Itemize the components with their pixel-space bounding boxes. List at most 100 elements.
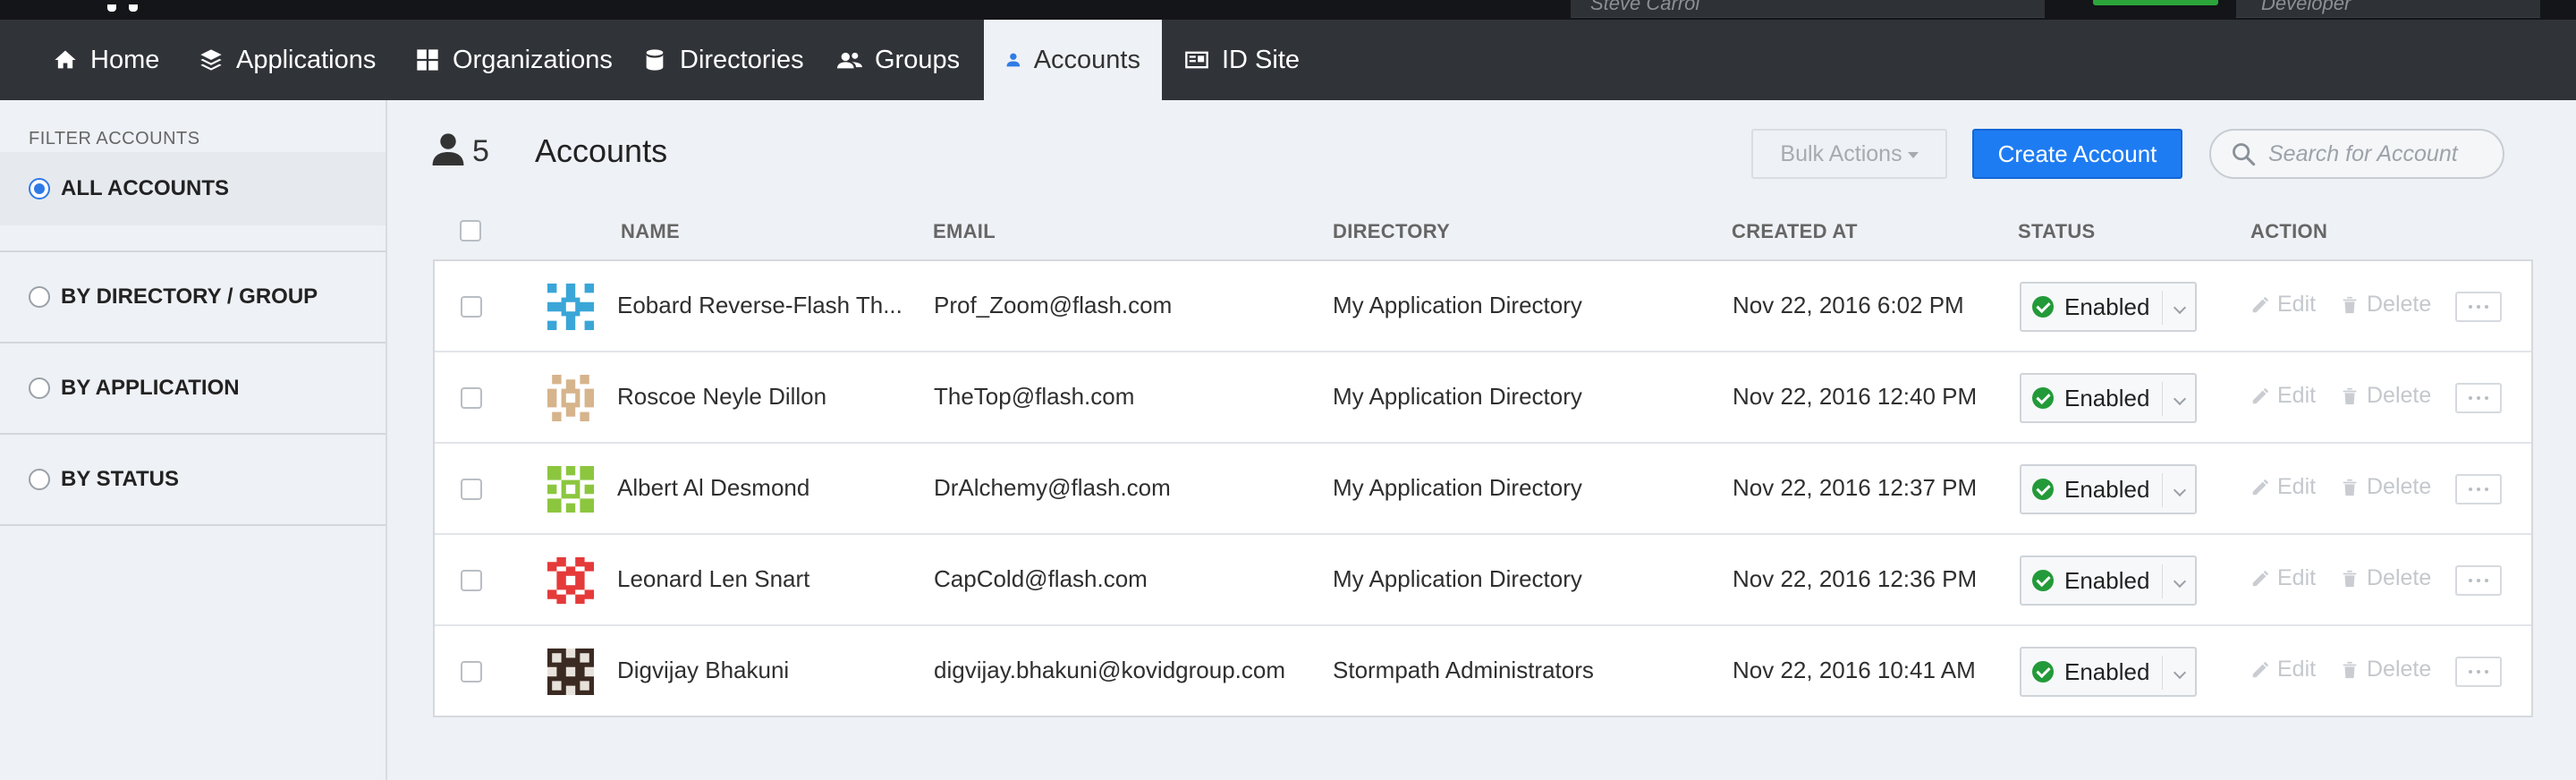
users-icon <box>837 52 862 69</box>
nav-accounts[interactable]: Accounts <box>984 20 1162 100</box>
more-actions-button[interactable] <box>2455 565 2502 596</box>
delete-button[interactable]: Delete <box>2340 565 2431 591</box>
edit-button[interactable]: Edit <box>2250 565 2316 591</box>
delete-label: Delete <box>2367 565 2432 590</box>
bulk-actions-button[interactable]: Bulk Actions <box>1751 129 1947 179</box>
nav-organizations[interactable]: Organizations <box>394 20 634 100</box>
more-actions-button[interactable] <box>2455 383 2502 413</box>
search-input[interactable] <box>2268 140 2492 167</box>
nav-directories[interactable]: Directories <box>621 20 826 100</box>
radio-icon[interactable] <box>29 178 50 199</box>
delete-button[interactable]: Delete <box>2340 292 2431 318</box>
table-row[interactable]: Albert Al Desmond DrAlchemy@flash.com My… <box>435 444 2531 535</box>
row-checkbox[interactable] <box>461 661 482 682</box>
nav-groups-label: Groups <box>875 45 961 74</box>
status-select[interactable]: Enabled <box>2020 373 2197 423</box>
nav-directories-label: Directories <box>680 45 804 74</box>
delete-label: Delete <box>2367 383 2432 408</box>
filter-sidebar: FILTER ACCOUNTS ALL ACCOUNTS BY DIRECTOR… <box>0 100 387 780</box>
radio-icon[interactable] <box>29 469 50 490</box>
filter-by-application[interactable]: BY APPLICATION <box>0 343 386 433</box>
account-name[interactable]: Leonard Len Snart <box>617 565 903 593</box>
delete-label: Delete <box>2367 292 2432 317</box>
edit-button[interactable]: Edit <box>2250 474 2316 500</box>
status-value: Enabled <box>2064 475 2150 503</box>
divider <box>0 524 386 526</box>
select-all-checkbox[interactable] <box>460 220 481 242</box>
col-status[interactable]: STATUS <box>2018 220 2096 243</box>
filter-by-status[interactable]: BY STATUS <box>0 435 386 524</box>
edit-label: Edit <box>2277 565 2317 590</box>
radio-icon[interactable] <box>29 286 50 308</box>
nav-applications[interactable]: Applications <box>177 20 397 100</box>
edit-label: Edit <box>2277 383 2317 408</box>
account-name[interactable]: Eobard Reverse-Flash Th... <box>617 292 903 319</box>
table-row[interactable]: Digvijay Bhakuni digvijay.bhakuni@kovidg… <box>435 626 2531 717</box>
status-value: Enabled <box>2064 384 2150 411</box>
environment-select[interactable]: Developer <box>2236 0 2540 18</box>
account-directory[interactable]: My Application Directory <box>1333 383 1582 411</box>
user-menu[interactable]: Steve Carrol <box>1571 0 2045 18</box>
delete-label: Delete <box>2367 657 2432 682</box>
more-actions-button[interactable] <box>2455 474 2502 504</box>
chevron-down-icon <box>2173 574 2187 589</box>
trash-icon <box>2343 387 2357 404</box>
more-actions-button[interactable] <box>2455 657 2502 687</box>
row-checkbox[interactable] <box>461 479 482 500</box>
account-directory[interactable]: My Application Directory <box>1333 565 1582 593</box>
account-name[interactable]: Roscoe Neyle Dillon <box>617 383 903 411</box>
upgrade-button[interactable] <box>2093 0 2218 5</box>
caret-down-icon <box>1907 152 1919 158</box>
create-account-button[interactable]: Create Account <box>1972 129 2182 179</box>
grid-icon <box>417 49 438 71</box>
edit-button[interactable]: Edit <box>2250 657 2316 682</box>
chevron-down-icon <box>2173 392 2187 406</box>
nav-id-site[interactable]: ID Site <box>1163 20 1321 100</box>
status-select[interactable]: Enabled <box>2020 282 2197 332</box>
account-directory[interactable]: My Application Directory <box>1333 474 1582 502</box>
check-circle-icon <box>2032 387 2054 409</box>
more-actions-button[interactable] <box>2455 292 2502 322</box>
table-row[interactable]: Leonard Len Snart CapCold@flash.com My A… <box>435 535 2531 626</box>
radio-icon[interactable] <box>29 377 50 399</box>
col-directory[interactable]: DIRECTORY <box>1333 220 1450 243</box>
check-circle-icon <box>2032 479 2054 500</box>
nav-groups[interactable]: Groups <box>816 20 981 100</box>
pencil-icon <box>2252 296 2269 312</box>
row-checkbox[interactable] <box>461 296 482 318</box>
layers-icon <box>200 49 222 71</box>
col-email[interactable]: EMAIL <box>933 220 996 243</box>
edit-button[interactable]: Edit <box>2250 292 2316 318</box>
avatar <box>547 284 594 330</box>
delete-button[interactable]: Delete <box>2340 657 2431 682</box>
col-name[interactable]: NAME <box>621 220 680 243</box>
account-created-at: Nov 22, 2016 12:36 PM <box>1733 565 1978 592</box>
status-select[interactable]: Enabled <box>2020 464 2197 514</box>
filter-by-directory-group[interactable]: BY DIRECTORY / GROUP <box>0 252 386 342</box>
trash-icon <box>2343 661 2357 678</box>
check-circle-icon <box>2032 661 2054 682</box>
delete-button[interactable]: Delete <box>2340 474 2431 500</box>
edit-label: Edit <box>2277 474 2317 499</box>
col-created-at[interactable]: CREATED AT <box>1732 220 1858 243</box>
page-title: Accounts <box>535 132 668 169</box>
account-name[interactable]: Digvijay Bhakuni <box>617 657 903 684</box>
table-row[interactable]: Eobard Reverse-Flash Th... Prof_Zoom@fla… <box>435 261 2531 352</box>
row-checkbox[interactable] <box>461 387 482 409</box>
delete-label: Delete <box>2367 474 2432 499</box>
account-directory[interactable]: My Application Directory <box>1333 292 1582 319</box>
row-checkbox[interactable] <box>461 570 482 591</box>
table-row[interactable]: Roscoe Neyle Dillon TheTop@flash.com My … <box>435 352 2531 444</box>
account-directory[interactable]: Stormpath Administrators <box>1333 657 1594 684</box>
environment-label: Developer <box>2261 0 2351 14</box>
edit-label: Edit <box>2277 292 2317 317</box>
delete-button[interactable]: Delete <box>2340 383 2431 409</box>
edit-button[interactable]: Edit <box>2250 383 2316 409</box>
accounts-table: Eobard Reverse-Flash Th... Prof_Zoom@fla… <box>433 259 2533 717</box>
account-name[interactable]: Albert Al Desmond <box>617 474 903 502</box>
status-select[interactable]: Enabled <box>2020 647 2197 697</box>
filter-all-accounts[interactable]: ALL ACCOUNTS <box>0 152 386 225</box>
status-select[interactable]: Enabled <box>2020 555 2197 606</box>
nav-home[interactable]: Home <box>31 20 181 100</box>
nav-home-label: Home <box>90 45 160 74</box>
